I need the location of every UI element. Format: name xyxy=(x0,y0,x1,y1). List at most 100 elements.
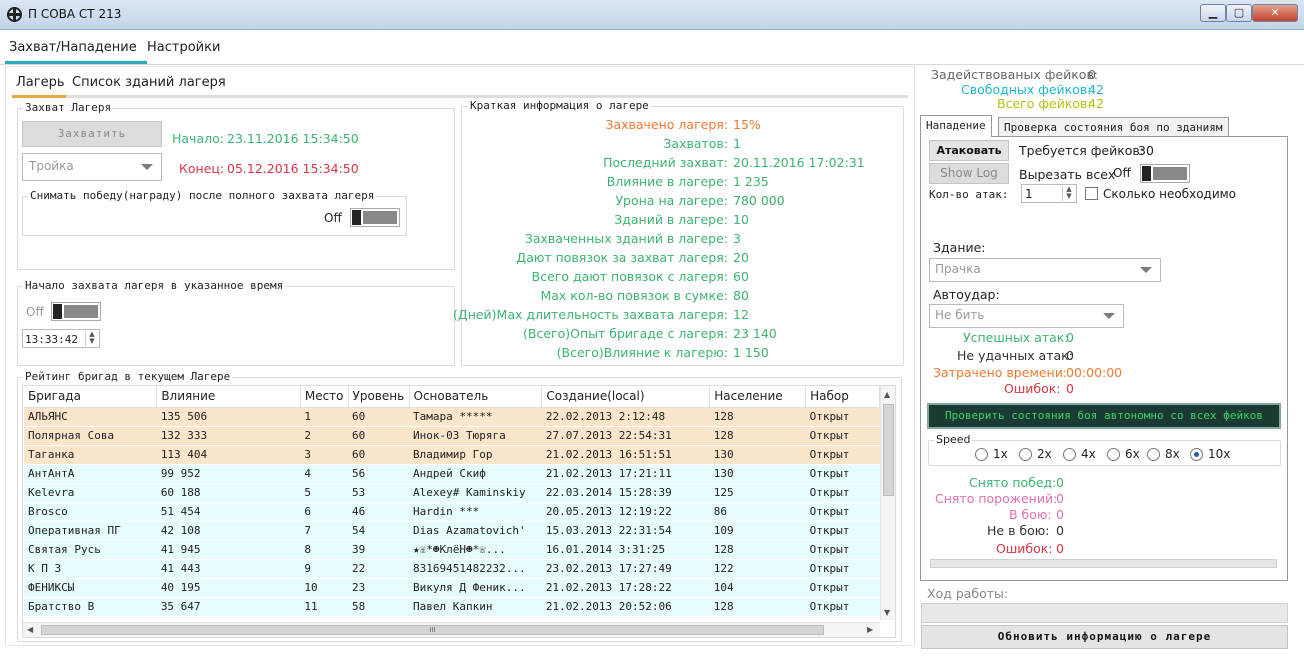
scroll-left-icon[interactable]: ◀ xyxy=(27,625,33,634)
close-button[interactable]: ✕ xyxy=(1252,4,1298,22)
horizontal-scroll-thumb[interactable]: III xyxy=(41,625,824,635)
time-stepper[interactable]: 13:33:42 ▲ ▼ xyxy=(22,329,100,348)
end-label: Конец: xyxy=(179,161,225,176)
table-cell: 60 xyxy=(348,407,409,427)
table-cell: 8 xyxy=(300,540,349,560)
total-fakes-value: 42 xyxy=(1088,96,1104,111)
tab-attack[interactable]: Нападение xyxy=(920,115,992,137)
info-row-label: Мах кол-во повязок в сумке: xyxy=(540,288,728,303)
autohit-select[interactable]: Не бить xyxy=(929,304,1124,328)
speed-radio-4x[interactable] xyxy=(1063,448,1076,461)
scheduled-toggle[interactable] xyxy=(51,302,101,321)
title-bar: П СОВА СТ 213 ▁ ▢ ✕ xyxy=(0,0,1304,30)
table-cell: Павел Капкин xyxy=(409,597,542,617)
speed-radio-10x[interactable] xyxy=(1190,448,1203,461)
column-header[interactable]: Место xyxy=(300,386,349,408)
table-row[interactable]: Святая Русь 41 945 8 39 ★☏*☻КлёН☻*☏... 16.01.… xyxy=(24,540,880,560)
speed-radio-2x[interactable] xyxy=(1019,448,1032,461)
column-header[interactable]: Население xyxy=(709,386,807,408)
speed-radio-1x[interactable] xyxy=(975,448,988,461)
table-cell: 128 xyxy=(709,540,806,560)
scroll-right-icon[interactable]: ▶ xyxy=(867,625,873,634)
table-cell: 128 xyxy=(709,426,806,446)
column-header[interactable]: Бригада xyxy=(24,386,158,408)
chevron-down-icon xyxy=(1140,267,1152,273)
toggle-track xyxy=(363,211,397,224)
table-cell: 132 333 xyxy=(156,426,301,446)
table-row[interactable]: АЛЬЯНС 135 506 1 60 Тамара ***** 22.02.2013 2… xyxy=(24,407,880,427)
table-cell: Hardin *** xyxy=(409,502,542,522)
remove-victory-toggle[interactable] xyxy=(350,208,400,227)
show-log-button[interactable]: Show Log xyxy=(929,163,1009,184)
spin-arrows-icon[interactable]: ▲ ▼ xyxy=(1062,186,1075,201)
spin-arrows-icon[interactable]: ▲ ▼ xyxy=(85,331,98,346)
info-row: Дают повязок за захват лагеря: 20 xyxy=(464,250,904,269)
attack-button[interactable]: Атаковать xyxy=(929,140,1009,161)
tab-camp[interactable]: Лагерь xyxy=(16,75,64,90)
table-cell: 21.02.2013 20:52:06 xyxy=(541,597,710,617)
table-cell: 1 xyxy=(300,407,349,427)
table-row[interactable]: К П З 41 443 9 22 83169451482232... 23.02.201… xyxy=(24,559,880,579)
as-needed-checkbox[interactable] xyxy=(1085,187,1098,200)
losses-removed-label: Снято порожений: xyxy=(935,491,1058,506)
table-row[interactable]: Полярная Сова 132 333 2 60 Инок-03 Тюряга 27.… xyxy=(24,426,880,446)
building-select[interactable]: Прачка xyxy=(929,258,1161,282)
table-cell: 3 xyxy=(300,445,349,465)
not-in-battle-label: Не в бою: xyxy=(987,523,1050,538)
troika-select[interactable]: Тройка xyxy=(22,153,162,181)
table-cell: 6 xyxy=(300,502,349,522)
column-header[interactable]: Создание(local) xyxy=(541,386,711,408)
info-row-value: 23 140 xyxy=(733,326,777,341)
scroll-down-icon[interactable]: ▼ xyxy=(884,608,890,617)
vertical-scroll-thumb[interactable] xyxy=(883,404,894,496)
window-title: П СОВА СТ 213 xyxy=(28,7,122,21)
table-row[interactable]: Оперативная ПГ 42 108 7 54 Dias Azamatovich'… xyxy=(24,521,880,541)
column-header[interactable]: Влияние xyxy=(156,386,301,408)
errors2-label: Ошибок: xyxy=(996,541,1053,556)
check-battle-button[interactable]: Проверить состояния боя автономно со все… xyxy=(927,403,1281,429)
tab-camp-buildings[interactable]: Список зданий лагеря xyxy=(72,75,226,90)
maximize-button[interactable]: ▢ xyxy=(1226,4,1252,22)
table-row[interactable]: АнтАнтА 99 952 4 56 Андрей Скиф 21.02.2013 17… xyxy=(24,464,880,484)
column-header[interactable]: Уровень xyxy=(348,386,410,408)
table-cell: Открыт xyxy=(805,597,880,617)
tab-settings[interactable]: Настройки xyxy=(147,40,220,55)
table-cell: 60 xyxy=(348,445,409,465)
refresh-camp-button[interactable]: Обновить информацию о лагере xyxy=(921,625,1288,649)
table-cell: 125 xyxy=(709,483,806,503)
table-cell: 21.02.2013 17:28:22 xyxy=(541,578,710,598)
not-in-battle-value: 0 xyxy=(1056,523,1064,538)
table-cell: К П З xyxy=(24,559,157,579)
horizontal-scrollbar[interactable]: ◀ III ▶ xyxy=(23,622,880,637)
table-row[interactable]: Brosco 51 454 6 46 Hardin *** 20.05.2013 12:1… xyxy=(24,502,880,522)
speed-radio-8x[interactable] xyxy=(1147,448,1160,461)
vertical-scrollbar[interactable]: ▲ ▼ xyxy=(880,386,895,620)
capture-group-title: Захват Лагеря xyxy=(23,101,114,114)
speed-radio-6x[interactable] xyxy=(1107,448,1120,461)
attack-progress-bar xyxy=(930,559,1277,568)
info-row-label: Захвачено лагеря: xyxy=(605,117,728,132)
column-header[interactable]: Основатель xyxy=(409,386,543,408)
toggle-knob xyxy=(1142,166,1151,181)
info-row-label: Захватов: xyxy=(663,136,728,151)
table-cell: Открыт xyxy=(805,483,880,503)
table-cell: АЛЬЯНС xyxy=(24,407,157,427)
table-cell: 109 xyxy=(709,521,806,541)
capture-button[interactable]: Захватить xyxy=(22,121,162,147)
minimize-button[interactable]: ▁ xyxy=(1200,4,1226,22)
info-row-label: Урона на лагере: xyxy=(615,193,728,208)
scroll-up-icon[interactable]: ▲ xyxy=(884,390,890,399)
table-header: Бригада Влияние Место Уровень Основатель Созд… xyxy=(24,386,880,408)
table-row[interactable]: Kelevra 60 188 5 53 Alexey# Kaminskiy 22.03.2… xyxy=(24,483,880,503)
table-row[interactable]: Таганка 113 404 3 60 Владимир Гор 21.02.2013 … xyxy=(24,445,880,465)
table-row[interactable]: Братство В 35 647 11 58 Павел Капкин 21.02.20… xyxy=(24,597,880,617)
column-header[interactable]: Набор xyxy=(805,386,880,408)
tab-capture-attack[interactable]: Захват/Нападение xyxy=(9,40,137,55)
table-row[interactable]: ФЕНИКСЫ 40 195 10 23 Викуля Д Феник... 21.02.… xyxy=(24,578,880,598)
app-crosshair-icon xyxy=(7,7,22,22)
toggle-track xyxy=(64,305,98,318)
table-cell: 53 xyxy=(348,483,409,503)
tab-building-battle-check[interactable]: Проверка состояния боя по зданиям xyxy=(998,117,1229,137)
cut-all-toggle[interactable] xyxy=(1140,164,1190,183)
attacks-count-stepper[interactable]: 1 ▲ ▼ xyxy=(1021,184,1077,203)
